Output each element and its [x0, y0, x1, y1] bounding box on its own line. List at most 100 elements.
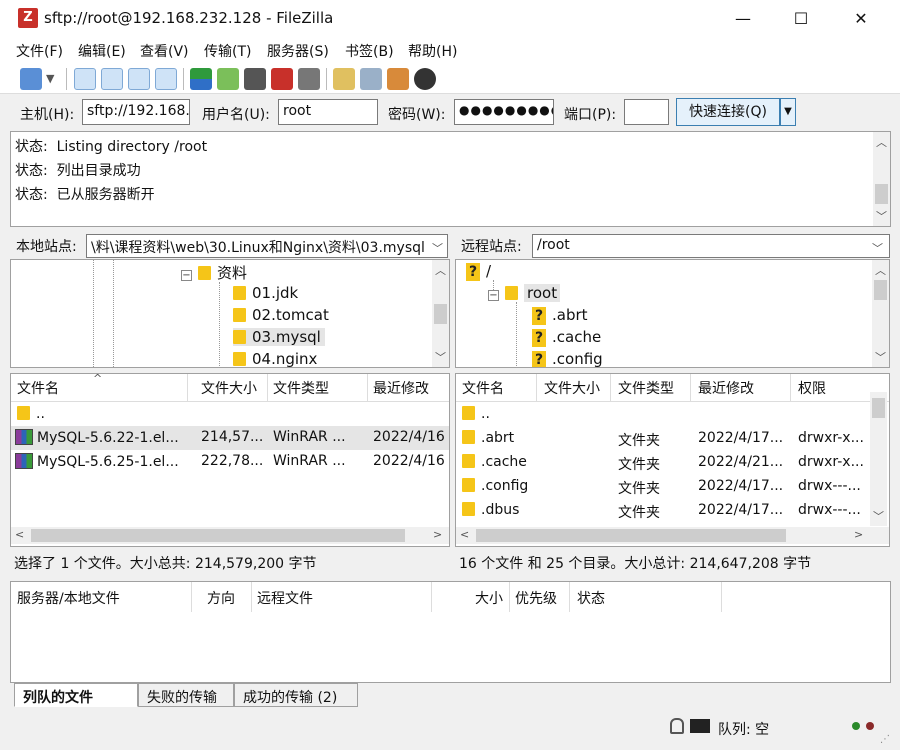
local-list-hscrollbar[interactable]: < >: [11, 527, 449, 544]
log-scrollbar[interactable]: ︿ ﹀: [873, 132, 890, 226]
resize-grip-icon[interactable]: ⋰: [880, 734, 892, 746]
site-manager-icon[interactable]: [20, 68, 42, 90]
toggle-remote-tree-icon[interactable]: [128, 68, 150, 90]
collapse-icon[interactable]: −: [181, 270, 192, 281]
scroll-down-icon[interactable]: ﹀: [870, 508, 887, 524]
disconnect-icon[interactable]: [271, 68, 293, 90]
remote-list-vscrollbar[interactable]: ﹀: [870, 392, 887, 526]
tree-item[interactable]: ? /: [466, 262, 491, 281]
col-filename[interactable]: 文件名: [17, 378, 59, 398]
tree-item-selected[interactable]: 03.mysql: [233, 328, 325, 346]
col-remote-file[interactable]: 远程文件: [257, 588, 313, 608]
tree-item[interactable]: 01.jdk: [233, 284, 298, 302]
scroll-up-icon[interactable]: ︿: [432, 262, 449, 278]
scroll-down-icon[interactable]: ﹀: [873, 208, 890, 224]
col-server-local-file[interactable]: 服务器/本地文件: [17, 588, 120, 608]
col-filesize[interactable]: 文件大小: [201, 378, 257, 398]
col-modified[interactable]: 最近修改: [373, 378, 429, 398]
tree-item[interactable]: 04.nginx: [233, 350, 317, 367]
process-queue-icon[interactable]: [217, 68, 239, 90]
tab-queued-files[interactable]: 列队的文件: [14, 683, 138, 707]
scroll-down-icon[interactable]: ﹀: [872, 349, 889, 365]
scroll-right-icon[interactable]: >: [854, 528, 863, 541]
scrollbar-thumb[interactable]: [874, 280, 887, 300]
scroll-left-icon[interactable]: <: [15, 528, 24, 541]
col-divider[interactable]: [191, 582, 192, 612]
tree-item[interactable]: − 资料: [181, 262, 247, 283]
local-path-dropdown-icon[interactable]: ﹀: [432, 240, 443, 256]
remote-path-input[interactable]: /root: [532, 234, 890, 258]
scrollbar-thumb[interactable]: [476, 529, 786, 542]
col-divider[interactable]: [610, 374, 611, 402]
col-divider[interactable]: [790, 374, 791, 402]
menu-help[interactable]: 帮助(H): [408, 41, 457, 61]
table-row[interactable]: ..: [456, 402, 870, 426]
col-divider[interactable]: [569, 582, 570, 612]
local-path-input[interactable]: 料\课程资料\web\30.Linux和Nginx\资料\03.mysql\: [86, 234, 448, 258]
table-row[interactable]: .cache 文件夹 2022/4/21... drwxr-x...: [456, 450, 870, 474]
compare-dirs-icon[interactable]: [360, 68, 382, 90]
tree-item[interactable]: ? .cache: [532, 328, 601, 347]
quickconnect-button[interactable]: 快速连接(Q): [676, 98, 780, 126]
col-filesize[interactable]: 文件大小: [544, 378, 600, 398]
search-files-icon[interactable]: [414, 68, 436, 90]
local-tree-scrollbar[interactable]: ︿ ﹀: [432, 260, 449, 367]
menu-transfer[interactable]: 传输(T): [204, 41, 251, 61]
reconnect-icon[interactable]: [298, 68, 320, 90]
table-row[interactable]: .abrt 文件夹 2022/4/17... drwxr-x...: [456, 426, 870, 450]
col-permissions[interactable]: 权限: [798, 378, 826, 398]
remote-tree-scrollbar[interactable]: ︿ ﹀: [872, 260, 889, 367]
col-size[interactable]: 大小: [475, 588, 503, 608]
cancel-operation-icon[interactable]: [244, 68, 266, 90]
col-divider[interactable]: [251, 582, 252, 612]
menu-view[interactable]: 查看(V): [140, 41, 189, 61]
sync-browse-icon[interactable]: [387, 68, 409, 90]
menu-edit[interactable]: 编辑(E): [78, 41, 126, 61]
scrollbar-thumb[interactable]: [31, 529, 405, 542]
scrollbar-thumb[interactable]: [434, 304, 447, 324]
scroll-left-icon[interactable]: <: [460, 528, 469, 541]
scroll-up-icon[interactable]: ︿: [872, 262, 889, 278]
toggle-log-icon[interactable]: [74, 68, 96, 90]
col-status[interactable]: 状态: [577, 588, 605, 608]
table-row[interactable]: ..: [11, 402, 449, 426]
col-filetype[interactable]: 文件类型: [618, 378, 674, 398]
tree-item[interactable]: ? .abrt: [532, 306, 588, 325]
tree-item[interactable]: ? .config: [532, 350, 603, 367]
password-input[interactable]: ●●●●●●●●●: [454, 99, 554, 125]
filter-icon[interactable]: [333, 68, 355, 90]
col-filename[interactable]: 文件名: [462, 378, 504, 398]
username-input[interactable]: root: [278, 99, 378, 125]
menu-server[interactable]: 服务器(S): [267, 41, 329, 61]
tab-successful-transfers[interactable]: 成功的传输 (2): [234, 683, 358, 707]
site-manager-dropdown-icon[interactable]: ▼: [46, 72, 54, 85]
col-divider[interactable]: [536, 374, 537, 402]
col-divider[interactable]: [509, 582, 510, 612]
close-button[interactable]: ✕: [838, 0, 884, 38]
host-input[interactable]: sftp://192.168.2: [82, 99, 190, 125]
col-divider[interactable]: [267, 374, 268, 402]
tree-item[interactable]: − root: [488, 284, 561, 302]
col-divider[interactable]: [690, 374, 691, 402]
minimize-button[interactable]: —: [720, 0, 766, 38]
quickconnect-dropdown-icon[interactable]: ▼: [780, 98, 796, 126]
collapse-icon[interactable]: −: [488, 290, 499, 301]
tab-failed-transfers[interactable]: 失败的传输: [138, 683, 234, 707]
menu-file[interactable]: 文件(F): [16, 41, 63, 61]
toggle-queue-icon[interactable]: [155, 68, 177, 90]
scrollbar-thumb[interactable]: [875, 184, 888, 204]
col-filetype[interactable]: 文件类型: [273, 378, 329, 398]
col-modified[interactable]: 最近修改: [698, 378, 754, 398]
remote-path-dropdown-icon[interactable]: ﹀: [872, 240, 883, 256]
toggle-local-tree-icon[interactable]: [101, 68, 123, 90]
remote-list-hscrollbar[interactable]: < >: [456, 527, 889, 544]
col-priority[interactable]: 优先级: [515, 588, 557, 608]
table-row[interactable]: .config 文件夹 2022/4/17... drwx---...: [456, 474, 870, 498]
table-row[interactable]: MySQL-5.6.25-1.el... 222,78... WinRAR ..…: [11, 450, 449, 474]
scroll-right-icon[interactable]: >: [433, 528, 442, 541]
port-input[interactable]: [624, 99, 669, 125]
scrollbar-thumb[interactable]: [872, 398, 885, 418]
col-direction[interactable]: 方向: [207, 588, 235, 608]
col-divider[interactable]: [187, 374, 188, 402]
col-divider[interactable]: [367, 374, 368, 402]
